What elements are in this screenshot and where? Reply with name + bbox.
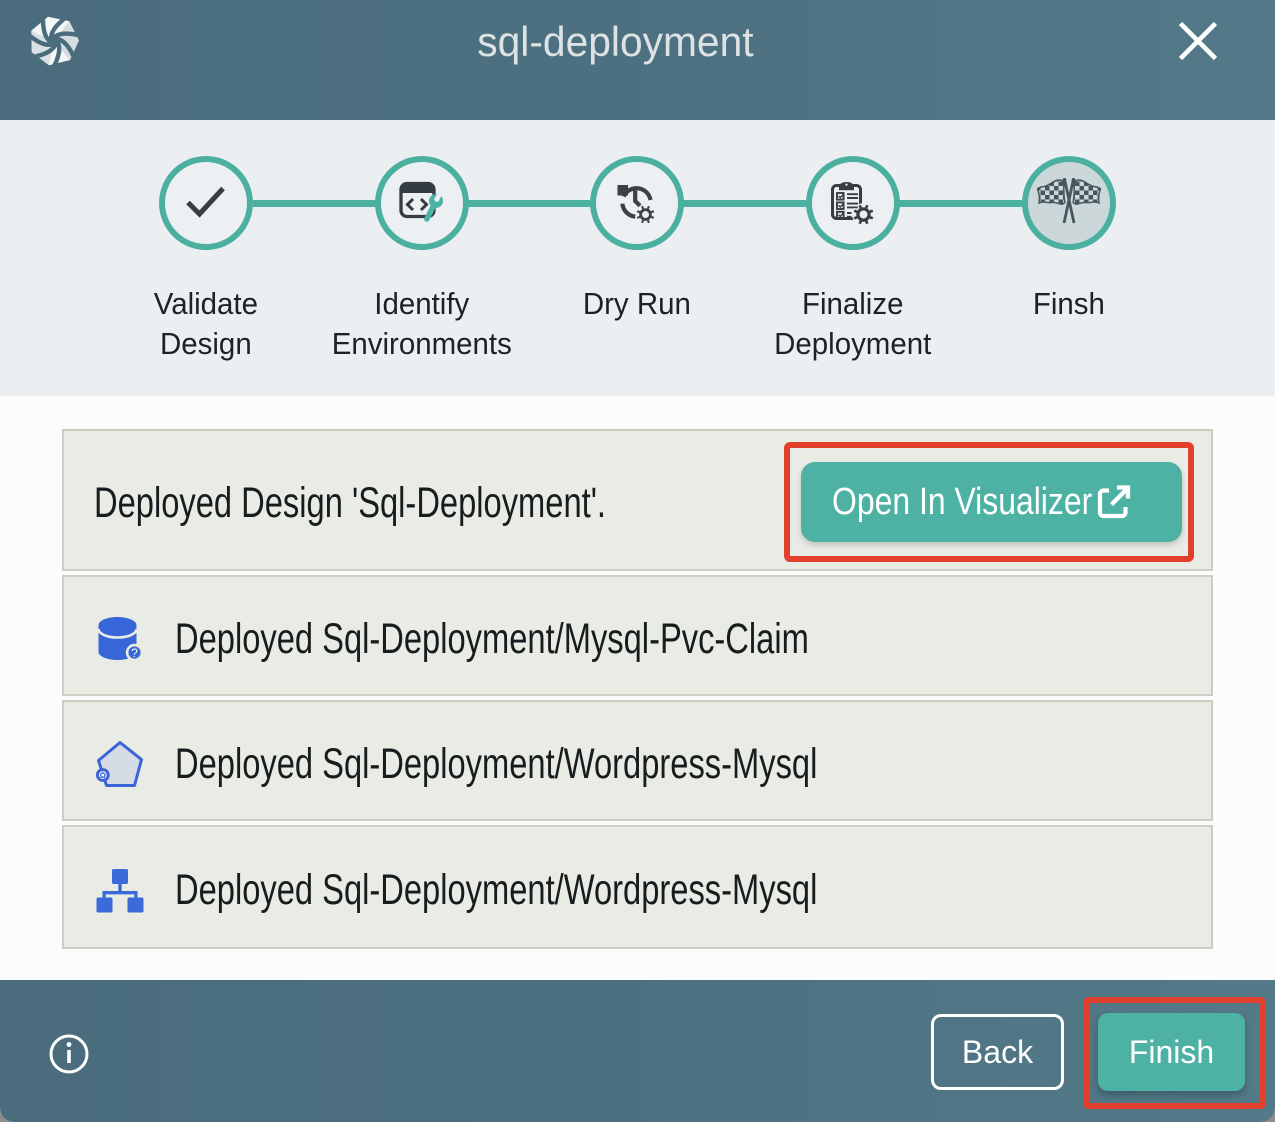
svg-text:?: ?	[131, 646, 138, 660]
